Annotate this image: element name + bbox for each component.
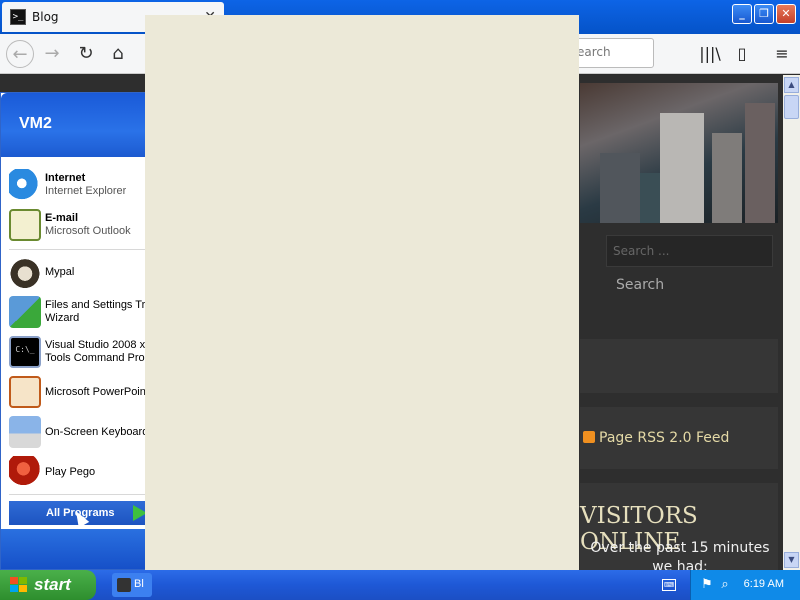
browser-task-icon — [117, 578, 131, 592]
start-button[interactable]: start — [0, 570, 96, 600]
start-item-osk[interactable]: On-Screen Keyboard — [9, 414, 151, 450]
task-label: Bl — [134, 578, 144, 590]
taskbar: start Bl ⌨ ⚑ ⌕ 6:19 AM — [0, 570, 800, 600]
powerpoint-icon — [9, 376, 41, 408]
taskbar-item-blog[interactable]: Bl — [112, 573, 152, 597]
start-item-label: Files and Settings Tra — [45, 299, 151, 311]
start-item-email[interactable]: E-mail Microsoft Outlook — [9, 207, 151, 243]
start-item-title: Internet — [45, 172, 86, 184]
start-menu: VM2 Internet Internet Explorer E-mail Micr… — [0, 92, 151, 570]
start-item-label: Play Pego — [45, 465, 96, 478]
cmd-icon: C:\_ — [9, 336, 41, 368]
window-controls: _ ❐ ✕ — [732, 4, 796, 24]
start-item-internet[interactable]: Internet Internet Explorer — [9, 167, 151, 203]
rss-icon — [583, 431, 595, 443]
scroll-thumb[interactable] — [784, 95, 799, 119]
separator — [9, 249, 145, 250]
start-item-label: Mypal — [45, 265, 75, 278]
scroll-up-icon[interactable]: ▲ — [784, 77, 799, 93]
start-menu-header: VM2 — [1, 93, 151, 157]
browser-search-input[interactable]: earch — [572, 38, 654, 68]
start-label: start — [34, 575, 71, 594]
network-icon[interactable]: ⚑ — [699, 577, 715, 593]
files-settings-icon — [9, 296, 41, 328]
start-item-label-2: Tools Command Prom — [45, 352, 151, 364]
start-item-vs-cmd[interactable]: C:\_ Visual Studio 2008 x6 Tools Command … — [9, 334, 151, 370]
scroll-down-icon[interactable]: ▼ — [784, 552, 799, 568]
terminal-favicon-icon: >_ — [10, 9, 26, 25]
system-tray: ⚑ ⌕ 6:19 AM — [690, 570, 800, 600]
visitors-subtitle: Over the past 15 minutes — [590, 540, 770, 556]
home-icon[interactable]: ⌂ — [104, 40, 132, 68]
blank-panel — [145, 15, 579, 600]
city-header-image — [580, 83, 778, 223]
start-item-mypal[interactable]: Mypal — [9, 254, 151, 290]
mypal-icon — [9, 256, 41, 288]
keyboard-icon — [9, 416, 41, 448]
pego-icon — [9, 456, 41, 488]
vertical-scrollbar[interactable]: ▲ ▼ — [783, 75, 800, 570]
maximize-button[interactable]: ❐ — [754, 4, 774, 24]
start-item-label-2: Wizard — [45, 312, 80, 324]
clock[interactable]: 6:19 AM — [744, 578, 784, 590]
user-name: VM2 — [19, 115, 52, 132]
page-search-button[interactable]: Search — [606, 273, 674, 301]
start-item-label: On-Screen Keyboard — [45, 425, 149, 438]
page-search-input[interactable]: Search ... — [606, 235, 773, 267]
hamburger-menu-icon[interactable]: ≡ — [770, 42, 794, 66]
rss-link[interactable]: Page RSS 2.0 Feed — [583, 430, 729, 446]
back-arrow-icon[interactable]: ← — [6, 40, 34, 68]
separator — [9, 494, 145, 495]
internet-explorer-icon — [9, 169, 41, 201]
forward-arrow-icon[interactable]: → — [38, 40, 66, 68]
sidebar-icon[interactable]: ▯ — [730, 42, 754, 66]
close-button[interactable]: ✕ — [776, 4, 796, 24]
start-item-title: E-mail — [45, 212, 79, 224]
keyboard-layout-icon[interactable]: ⌨ — [662, 579, 676, 591]
library-icon[interactable]: |||\ — [698, 42, 722, 66]
start-item-files-settings[interactable]: Files and Settings Tra Wizard — [9, 294, 151, 330]
start-item-pego[interactable]: Play Pego — [9, 454, 151, 490]
outlook-icon — [9, 209, 41, 241]
rss-label: Page RSS 2.0 Feed — [599, 430, 730, 446]
start-item-powerpoint[interactable]: Microsoft PowerPoint — [9, 374, 151, 410]
start-menu-footer — [1, 529, 151, 569]
widget-block — [580, 339, 778, 393]
start-item-label: Visual Studio 2008 x6 — [45, 339, 151, 351]
minimize-button[interactable]: _ — [732, 4, 752, 24]
start-item-sub: Internet Explorer — [45, 185, 127, 197]
search-icon[interactable]: ⌕ — [717, 577, 733, 593]
start-item-sub: Microsoft Outlook — [45, 225, 131, 237]
windows-logo-icon — [10, 577, 28, 593]
reload-icon[interactable]: ↻ — [72, 40, 100, 68]
start-item-label: Microsoft PowerPoint — [45, 385, 149, 398]
